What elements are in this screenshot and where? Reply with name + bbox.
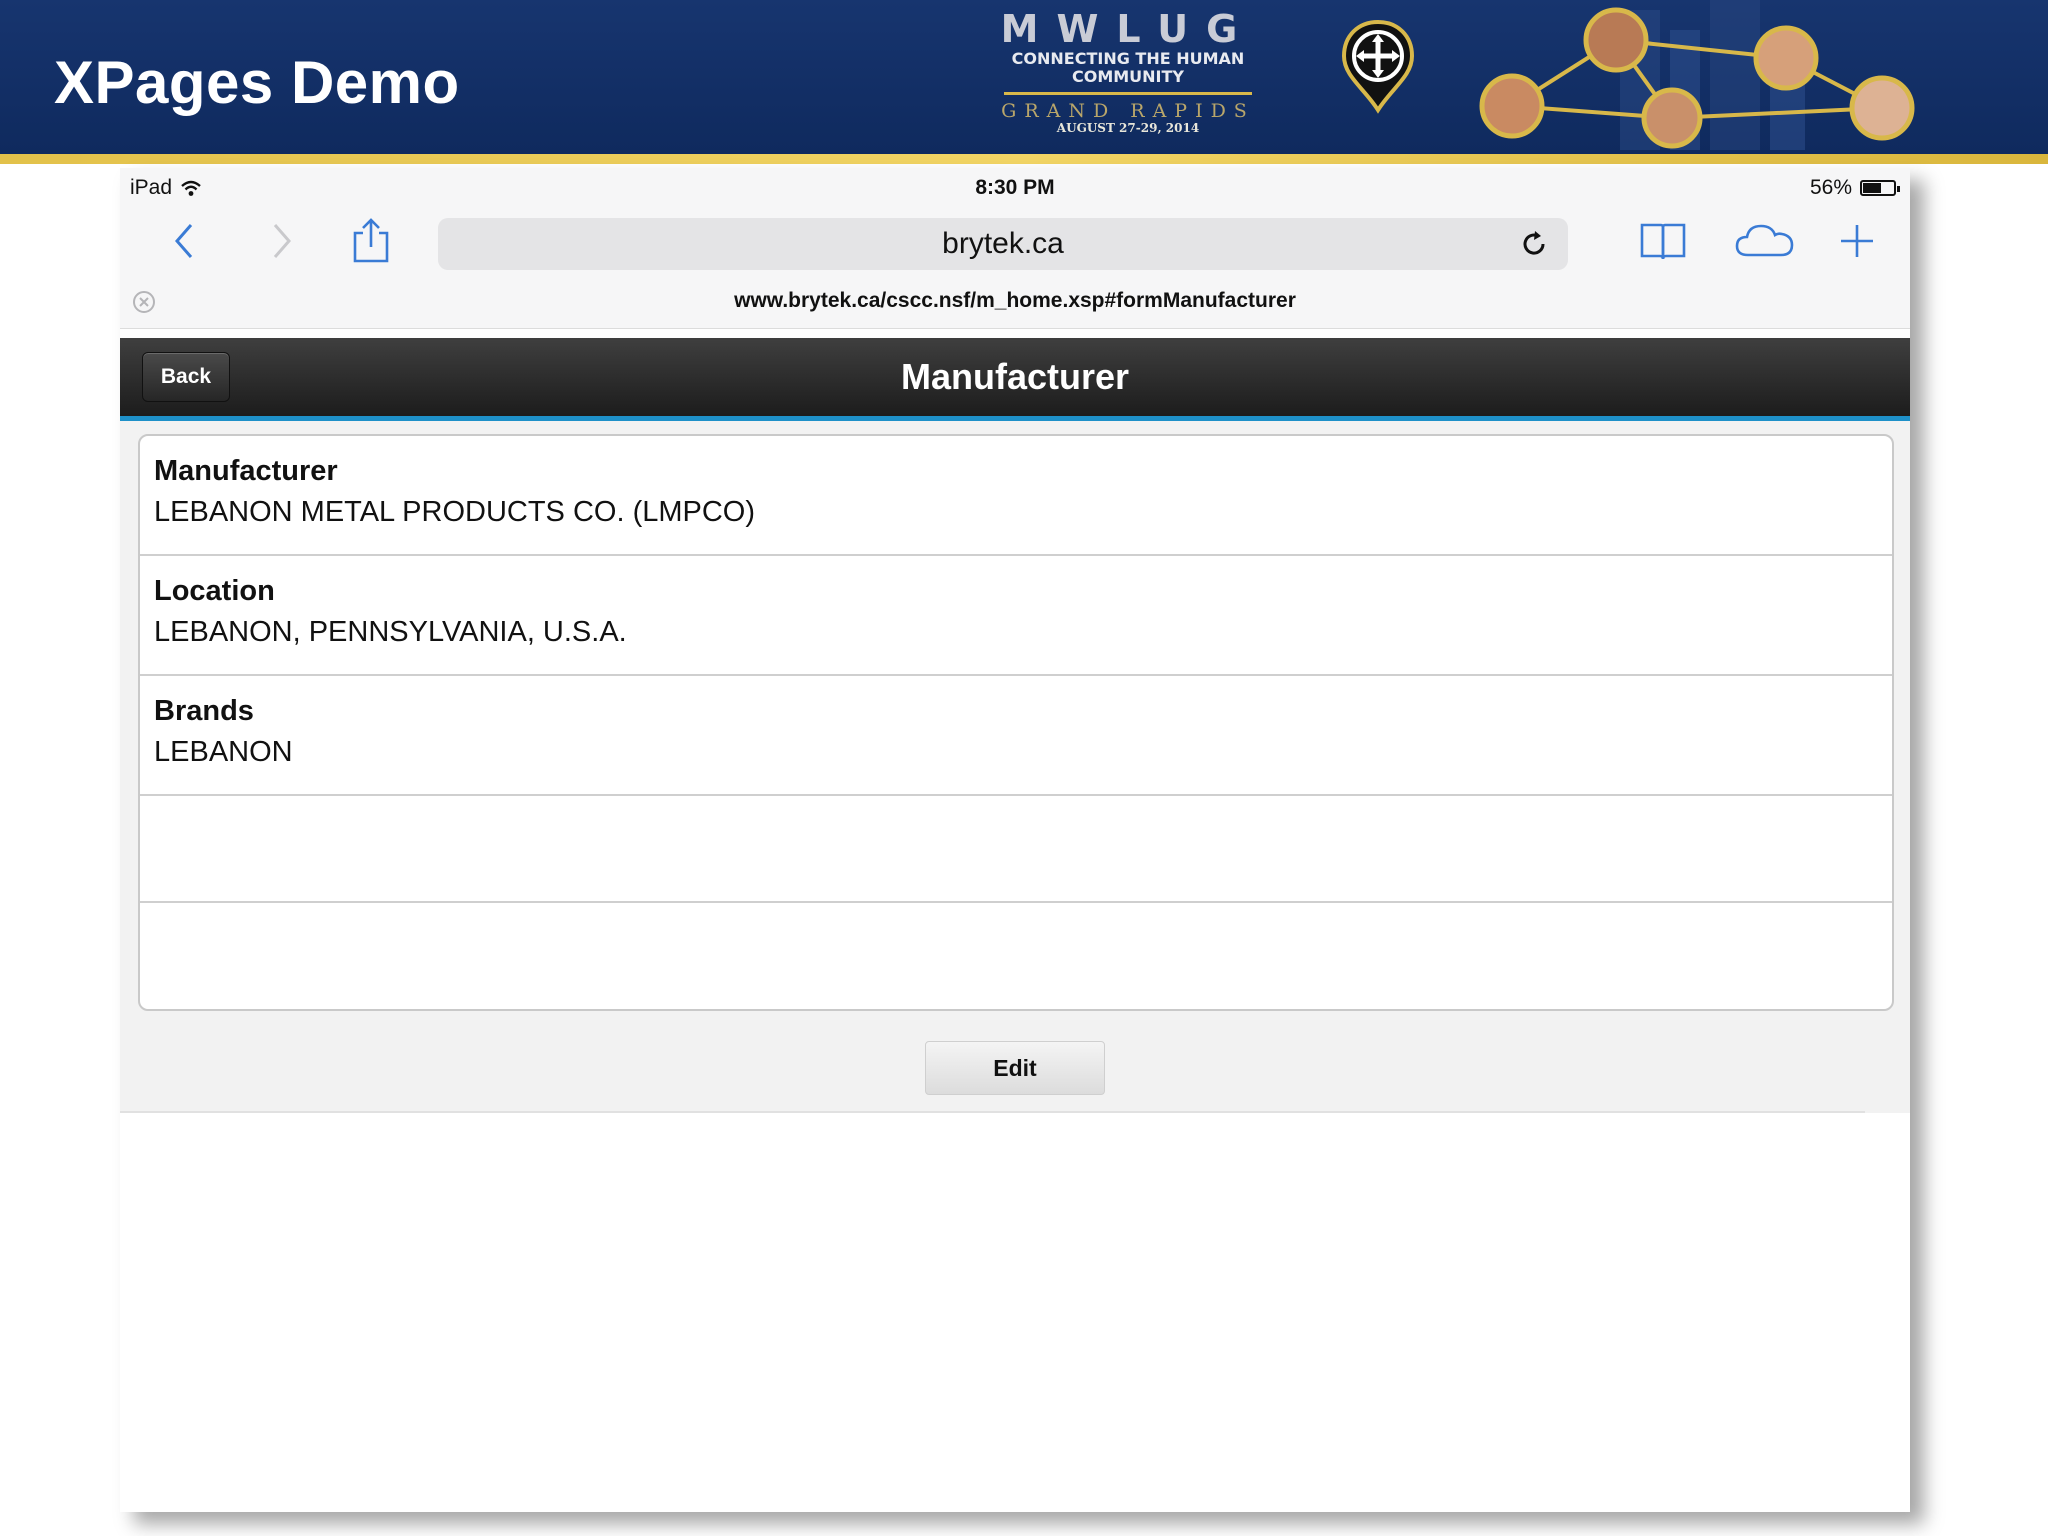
url-bar: www.brytek.ca/cscc.nsf/m_home.xsp#formMa… bbox=[120, 276, 1910, 329]
battery-icon bbox=[1860, 180, 1900, 196]
logo-city: GRAND RAPIDS bbox=[1001, 100, 1255, 122]
page-blank-area bbox=[120, 1113, 1910, 1512]
logo-dates: AUGUST 27-29, 2014 bbox=[1056, 121, 1200, 135]
new-tab-icon[interactable] bbox=[1832, 216, 1882, 266]
field-label: Brands bbox=[154, 695, 254, 727]
field-value: LEBANON, PENNSYLVANIA, U.S.A. bbox=[154, 616, 627, 648]
slide-title: XPages Demo bbox=[54, 49, 460, 116]
full-url: www.brytek.ca/cscc.nsf/m_home.xsp#formMa… bbox=[734, 289, 1296, 312]
field-value: LEBANON METAL PRODUCTS CO. (LMPCO) bbox=[154, 496, 756, 528]
logo-tagline-1: CONNECTING THE HUMAN bbox=[1011, 49, 1245, 68]
banner-gold-rule bbox=[0, 154, 2048, 164]
bookmarks-icon[interactable] bbox=[1638, 216, 1688, 266]
people-network-graphic bbox=[1479, 0, 1915, 150]
field-label: Manufacturer bbox=[154, 455, 338, 487]
field-row-location: Location LEBANON, PENNSYLVANIA, U.S.A. bbox=[140, 556, 1892, 676]
back-icon[interactable] bbox=[160, 216, 210, 266]
share-icon[interactable] bbox=[346, 216, 396, 266]
logo-rule bbox=[1004, 92, 1252, 95]
field-row-empty bbox=[140, 903, 1892, 1009]
mwlug-logo: MWLUG CONNECTING THE HUMAN COMMUNITY GRA… bbox=[1000, 8, 1256, 136]
field-row-brands: Brands LEBANON bbox=[140, 676, 1892, 796]
battery-percent: 56% bbox=[1809, 176, 1852, 199]
field-row-manufacturer: Manufacturer LEBANON METAL PRODUCTS CO. … bbox=[140, 436, 1892, 556]
status-time: 8:30 PM bbox=[975, 176, 1055, 199]
field-label: Location bbox=[154, 575, 275, 607]
icloud-tabs-icon[interactable] bbox=[1732, 216, 1798, 266]
map-pin-icon bbox=[1341, 19, 1415, 114]
address-field[interactable]: brytek.ca bbox=[438, 218, 1568, 270]
forward-icon[interactable] bbox=[256, 216, 306, 266]
logo-tagline-2: COMMUNITY bbox=[1071, 67, 1185, 86]
app-header: Back Manufacturer bbox=[120, 338, 1910, 421]
safari-toolbar: brytek.ca bbox=[120, 204, 1910, 276]
ios-status-bar: iPad 8:30 PM 56% bbox=[120, 168, 1910, 204]
ipad-screenshot: iPad 8:30 PM 56% brytek.ca www.brytek.ca… bbox=[120, 168, 1910, 1512]
logo-wordmark: MWLUG bbox=[1000, 7, 1256, 51]
field-row-empty bbox=[140, 796, 1892, 903]
field-value: LEBANON bbox=[154, 736, 293, 768]
form-card: Manufacturer LEBANON METAL PRODUCTS CO. … bbox=[138, 434, 1894, 1011]
page-title: Manufacturer bbox=[900, 356, 1130, 397]
reload-icon[interactable] bbox=[1516, 226, 1552, 262]
address-text: brytek.ca bbox=[942, 227, 1064, 260]
edit-button[interactable]: Edit bbox=[925, 1041, 1105, 1095]
slide-header-banner: XPages Demo MWLUG CONNECTING THE HUMAN C… bbox=[0, 0, 2048, 154]
